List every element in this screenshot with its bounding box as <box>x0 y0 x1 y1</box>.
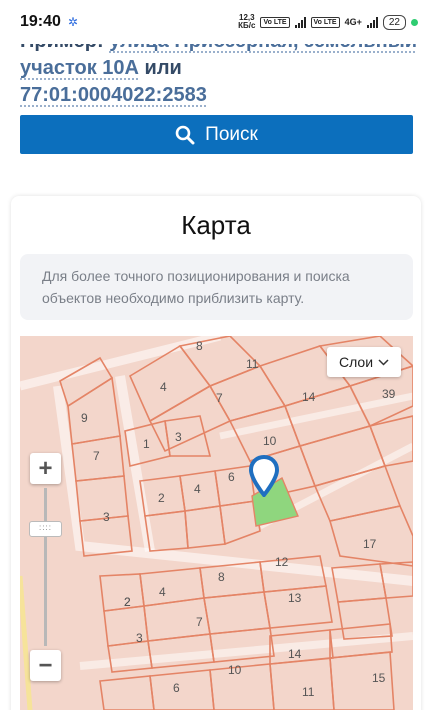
parcel-label: 11 <box>246 357 259 371</box>
parcel-label: 9 <box>81 411 88 425</box>
parcel-label: 13 <box>288 591 302 605</box>
signal-sim1-icon <box>294 16 306 28</box>
zoom-slider-handle[interactable]: :::: <box>29 521 62 537</box>
search-button[interactable]: Поиск <box>20 115 413 154</box>
parcel-label: 7 <box>93 449 100 463</box>
search-button-label: Поиск <box>205 123 258 145</box>
parcel-label: 2 <box>124 595 131 609</box>
map-pin-icon <box>249 455 279 497</box>
parcel-label: 8 <box>196 339 203 353</box>
green-dot-icon <box>411 18 418 26</box>
parcel-label: 14 <box>288 647 302 661</box>
cadastral-map[interactable]: 8 11 4 7 14 39 9 1 3 10 7 6 2 4 3 17 2 1… <box>20 336 413 710</box>
parcel-label: 4 <box>159 585 166 599</box>
example-cadastral-link[interactable]: 77:01:0004022:2583 <box>20 84 207 106</box>
parcel-label: 12 <box>275 555 289 569</box>
parcel-label: 10 <box>263 434 277 448</box>
parcel-label: 11 <box>302 685 315 699</box>
parcel-label: 4 <box>194 482 201 496</box>
parcel-label: 4 <box>160 380 167 394</box>
parcel-label: 10 <box>228 663 242 677</box>
zoom-in-button[interactable]: + <box>30 453 61 484</box>
parcel-label: 15 <box>372 671 386 685</box>
parcel-label: 1 <box>143 437 150 451</box>
battery-icon: 22 <box>382 14 406 30</box>
volte-sim1-icon: Vo LTE <box>260 16 290 28</box>
parcel-label: 3 <box>103 510 110 524</box>
status-time: 19:40 <box>20 13 61 30</box>
network-type: 4G+ <box>344 16 362 27</box>
parcel-layer: 8 11 4 7 14 39 9 1 3 10 7 6 2 4 3 17 2 1… <box>20 336 413 710</box>
signal-sim2-icon <box>366 16 378 28</box>
net-speed: 12,3 КБ/с <box>238 14 255 30</box>
zoom-slider-track[interactable] <box>44 488 47 646</box>
volte-sim2-icon: Vo LTE <box>310 16 340 28</box>
layers-label: Слои <box>338 354 374 370</box>
parcel-label: 3 <box>175 430 182 444</box>
parcel-label: 7 <box>216 391 223 405</box>
map-hint: Для более точного позиционирования и пои… <box>20 254 413 320</box>
status-bar: 19:40 ✲ 12,3 КБ/с Vo LTE Vo LTE 4G+ 22 <box>0 0 432 44</box>
zoom-out-button[interactable]: − <box>30 650 61 681</box>
example-or: или <box>144 57 182 79</box>
parcel-label: 3 <box>136 631 143 645</box>
map-title: Карта <box>181 210 251 240</box>
parcel-label: 17 <box>363 537 377 551</box>
parcel-label: 14 <box>302 390 316 404</box>
parcel-label: 39 <box>382 387 396 401</box>
search-icon <box>175 125 195 144</box>
layers-button[interactable]: Слои <box>327 347 401 377</box>
parcel-label: 2 <box>158 491 165 505</box>
chevron-down-icon <box>378 358 389 366</box>
settings-gear-icon: ✲ <box>67 15 78 29</box>
parcel-label: 7 <box>196 615 203 629</box>
parcel-label: 6 <box>228 470 235 484</box>
parcel-label: 8 <box>218 570 225 584</box>
status-indicators: 12,3 КБ/с Vo LTE Vo LTE 4G+ 22 <box>238 14 418 30</box>
net-speed-unit: КБ/с <box>238 21 256 30</box>
parcel-label: 6 <box>173 681 180 695</box>
